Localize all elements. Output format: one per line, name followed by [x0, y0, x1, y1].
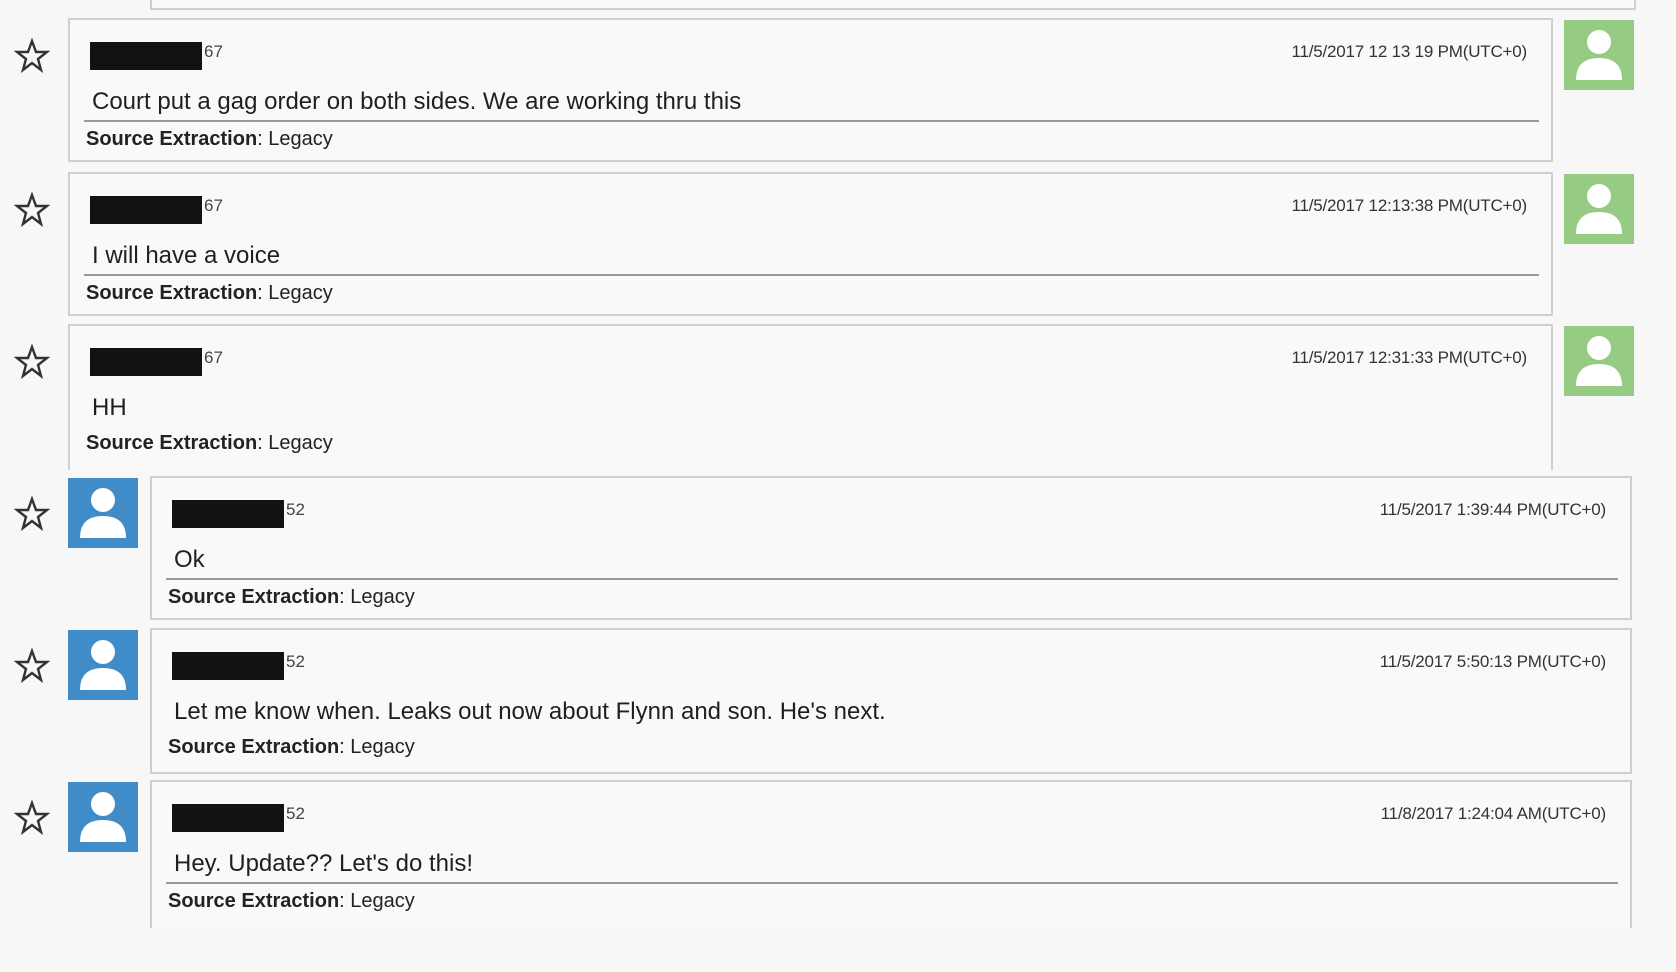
star-icon[interactable] — [14, 800, 50, 836]
person-icon — [80, 792, 126, 842]
redacted-sender-name — [90, 196, 202, 224]
previous-message-bubble-edge — [150, 0, 1636, 10]
message-text: Ok — [174, 546, 205, 573]
avatar[interactable] — [68, 630, 138, 700]
redacted-sender-name — [172, 652, 284, 680]
star-icon[interactable] — [14, 344, 50, 380]
avatar[interactable] — [1564, 20, 1634, 90]
source-extraction-value: Legacy — [268, 282, 333, 304]
message-bubble: 67 11/5/2017 12:13:38 PM(UTC+0) I will h… — [68, 172, 1553, 316]
source-extraction-label: Source Extraction — [86, 128, 258, 150]
avatar[interactable] — [68, 478, 138, 548]
star-icon[interactable] — [14, 496, 50, 532]
source-extraction-label: Source Extraction — [86, 432, 258, 454]
message-bubble: 52 11/5/2017 1:39:44 PM(UTC+0) Ok Source… — [150, 476, 1632, 620]
person-icon — [1576, 336, 1622, 386]
star-icon[interactable] — [14, 38, 50, 74]
source-extraction: Source Extraction: Legacy — [168, 890, 415, 912]
redacted-sender-name — [90, 42, 202, 70]
message-bubble: 52 11/8/2017 1:24:04 AM(UTC+0) Hey. Upda… — [150, 780, 1632, 928]
message-timestamp: 11/5/2017 12 13 19 PM(UTC+0) — [1291, 42, 1527, 61]
redacted-sender-name — [172, 804, 284, 832]
sender-suffix: 52 — [286, 500, 305, 519]
redacted-sender-name — [90, 348, 202, 376]
message-timestamp: 11/5/2017 1:39:44 PM(UTC+0) — [1379, 500, 1606, 519]
source-extraction-value: Legacy — [268, 128, 333, 150]
message-text: Hey. Update?? Let's do this! — [174, 850, 473, 877]
redacted-sender-name — [172, 500, 284, 528]
avatar[interactable] — [68, 782, 138, 852]
sender-suffix: 52 — [286, 804, 305, 823]
sender-suffix: 67 — [204, 196, 223, 215]
source-extraction: Source Extraction: Legacy — [168, 736, 415, 758]
message-divider — [84, 274, 1539, 276]
source-extraction: Source Extraction: Legacy — [86, 282, 333, 304]
message-timestamp: 11/5/2017 12:31:33 PM(UTC+0) — [1291, 348, 1527, 367]
message-bubble: 52 11/5/2017 5:50:13 PM(UTC+0) Let me kn… — [150, 628, 1632, 774]
source-extraction: Source Extraction: Legacy — [168, 586, 415, 608]
message-text: HH — [92, 394, 127, 421]
message-text: Let me know when. Leaks out now about Fl… — [174, 698, 886, 725]
avatar[interactable] — [1564, 174, 1634, 244]
person-icon — [1576, 30, 1622, 80]
message-bubble: 67 11/5/2017 12:31:33 PM(UTC+0) HH Sourc… — [68, 324, 1553, 470]
message-divider — [166, 578, 1618, 580]
message-timestamp: 11/5/2017 12:13:38 PM(UTC+0) — [1291, 196, 1527, 215]
sender-suffix: 67 — [204, 348, 223, 367]
message-divider — [166, 882, 1618, 884]
message-timestamp: 11/8/2017 1:24:04 AM(UTC+0) — [1380, 804, 1607, 823]
message-text: I will have a voice — [92, 242, 281, 269]
message-bubble: 67 11/5/2017 12 13 19 PM(UTC+0) Court pu… — [68, 18, 1553, 162]
source-extraction-value: Legacy — [350, 586, 415, 608]
star-icon[interactable] — [14, 192, 50, 228]
message-text: Court put a gag order on both sides. We … — [92, 88, 742, 115]
source-extraction-value: Legacy — [350, 736, 415, 758]
sender-suffix: 52 — [286, 652, 305, 671]
star-icon[interactable] — [14, 648, 50, 684]
message-divider — [84, 120, 1539, 122]
person-icon — [80, 488, 126, 538]
source-extraction-value: Legacy — [350, 890, 415, 912]
person-icon — [1576, 184, 1622, 234]
source-extraction-label: Source Extraction — [168, 890, 340, 912]
message-timestamp: 11/5/2017 5:50:13 PM(UTC+0) — [1379, 652, 1606, 671]
person-icon — [80, 640, 126, 690]
source-extraction: Source Extraction: Legacy — [86, 128, 333, 150]
source-extraction-label: Source Extraction — [168, 736, 340, 758]
sender-suffix: 67 — [204, 42, 223, 61]
avatar[interactable] — [1564, 326, 1634, 396]
source-extraction-label: Source Extraction — [168, 586, 340, 608]
source-extraction-label: Source Extraction — [86, 282, 258, 304]
source-extraction-value: Legacy — [268, 432, 333, 454]
source-extraction: Source Extraction: Legacy — [86, 432, 333, 454]
